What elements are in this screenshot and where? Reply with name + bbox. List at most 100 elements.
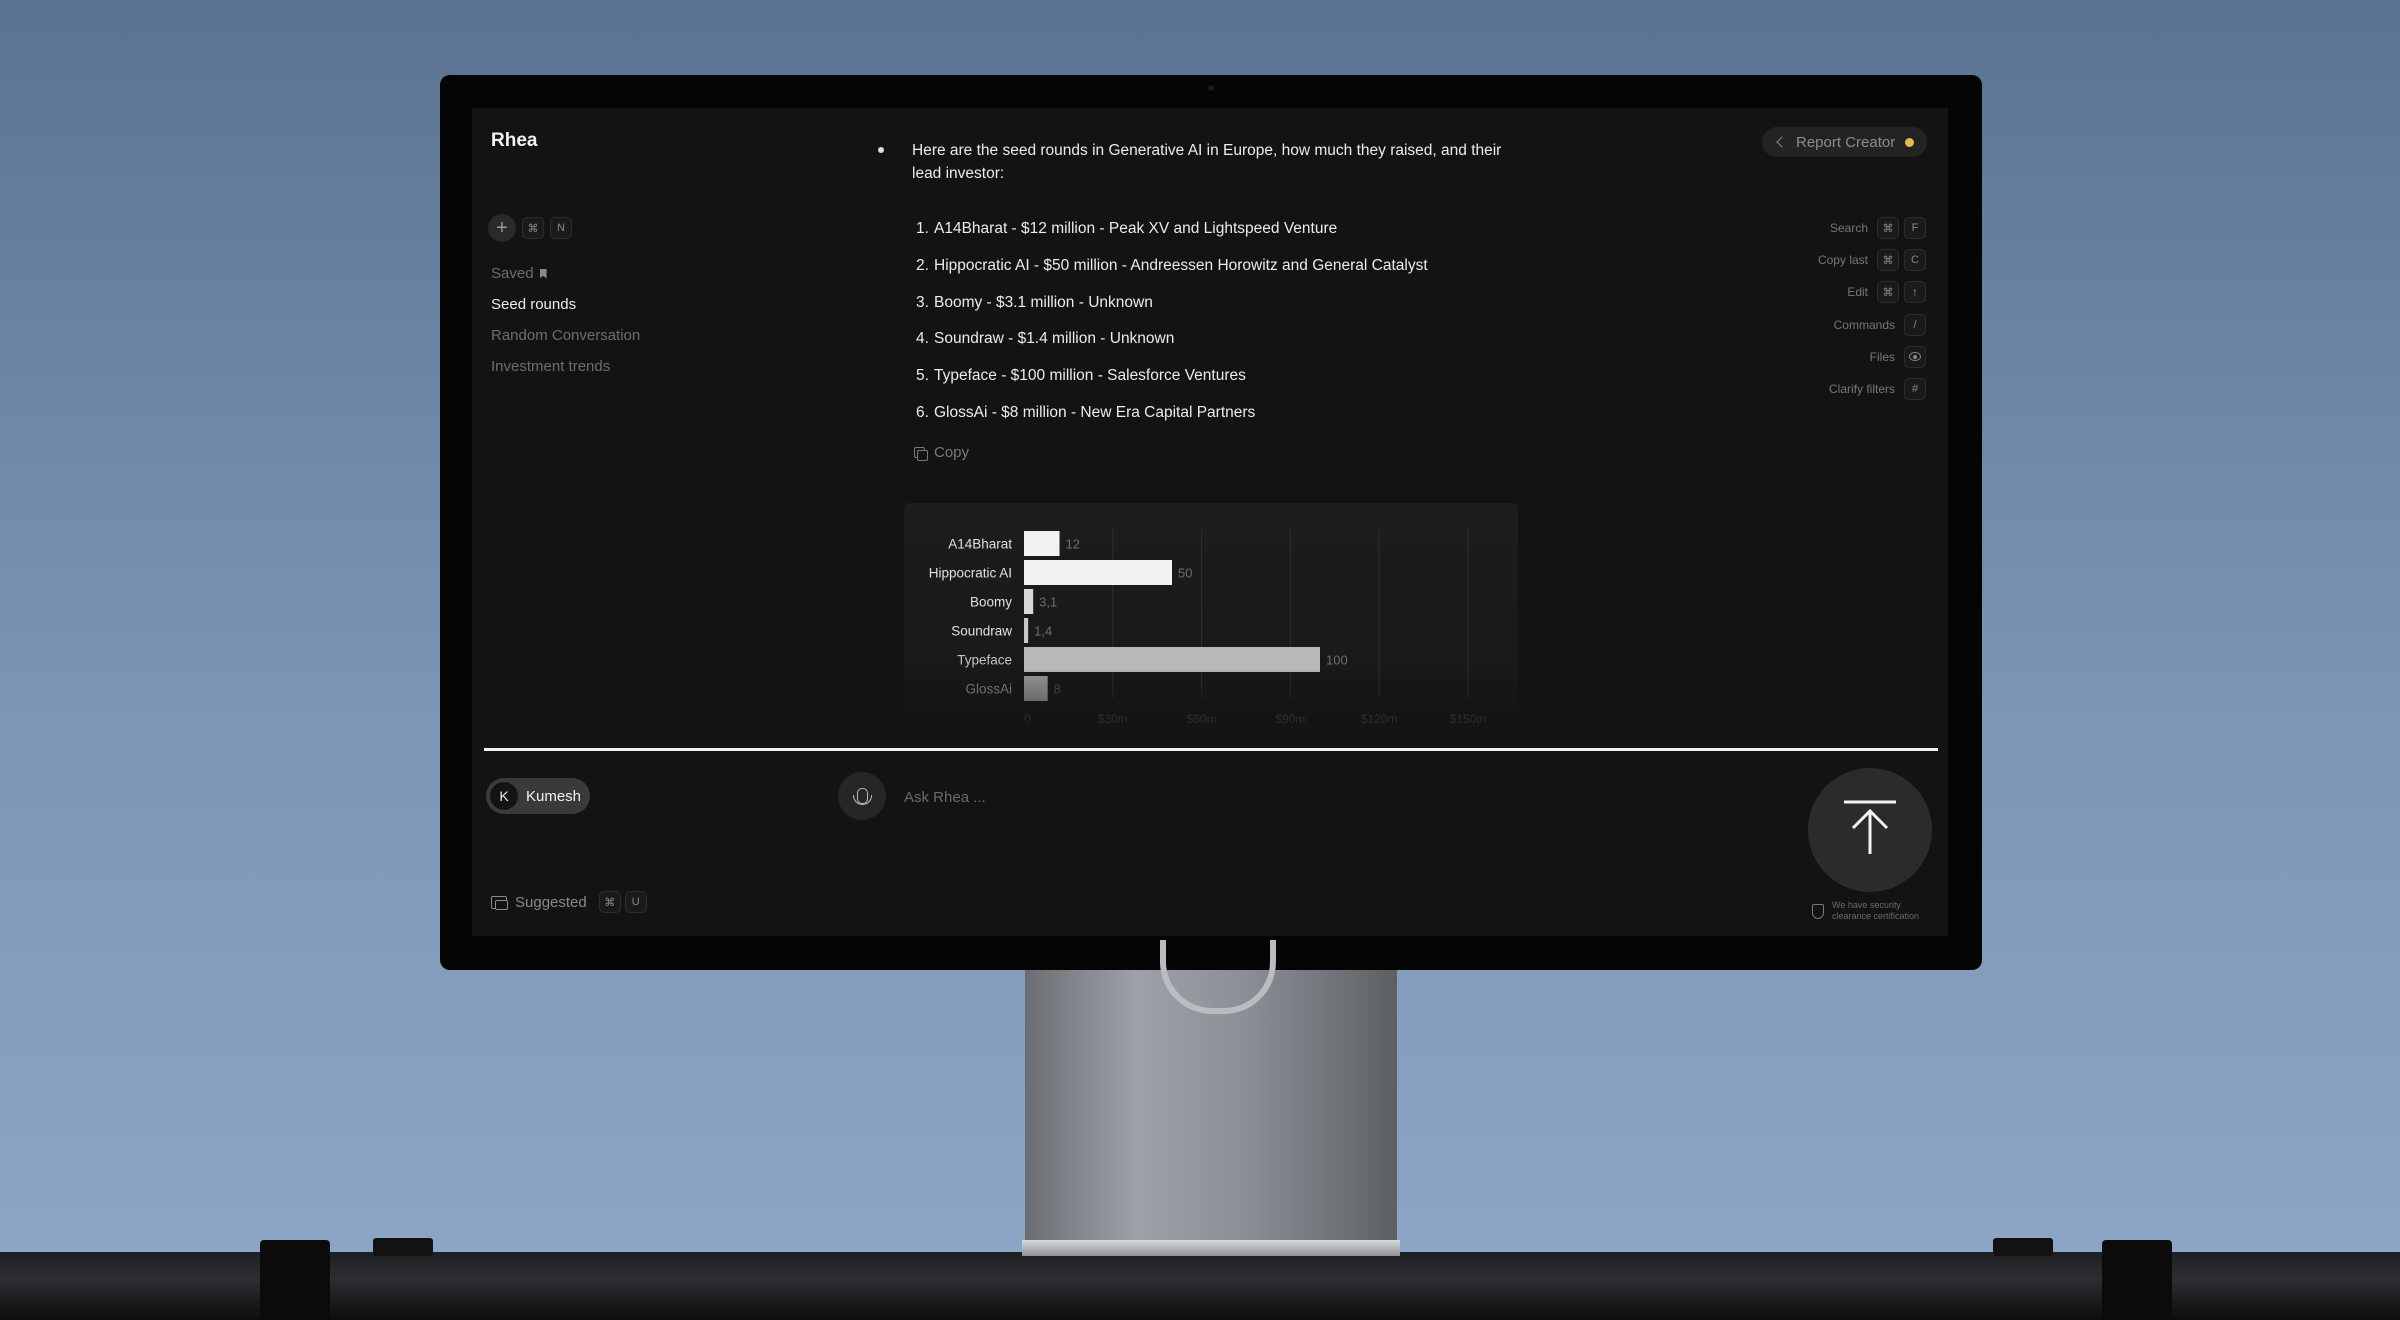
shortcut-label: Clarify filters [1828, 381, 1895, 396]
sidebar-item-random-conversation[interactable]: Random Conversation [491, 320, 640, 351]
chart-bar [1024, 560, 1172, 585]
shortcut-key: ⌘ [598, 891, 621, 913]
list-item: 2. Hippocratic AI - $50 million - Andrees… [916, 257, 1428, 294]
suggested-label: Suggested [515, 893, 587, 911]
list-item: 4. Soundraw - $1.4 million - Unknown [916, 330, 1428, 367]
chart-bar [1024, 589, 1034, 614]
chat-bubbles-icon [491, 895, 508, 910]
sidebar-item-saved[interactable]: Saved [491, 258, 640, 289]
funding-chart: 0 $30m $60m $90m $120m $150m A14Bharat 12 Hippoc… [904, 503, 1518, 743]
security-text: We have security clearance certification [1832, 900, 1920, 921]
shortcut-copy-last[interactable]: Copy last ⌘ C [1818, 249, 1926, 281]
shortcut-commands[interactable]: Commands / [1818, 313, 1926, 346]
status-dot [1905, 137, 1915, 147]
new-chat-row: + ⌘ N [488, 214, 572, 242]
eye-icon [1909, 352, 1921, 362]
shortcut-key: N [550, 217, 572, 239]
shortcut-label: Files [1869, 349, 1895, 364]
chart-tick-label: $30m [1098, 712, 1128, 726]
chart-category-label: Boomy [970, 595, 1012, 610]
sidebar-item-seed-rounds[interactable]: Seed rounds [491, 289, 640, 320]
funding-chart-svg: 0 $30m $60m $90m $120m $150m A14Bharat 12 Hippoc… [929, 529, 1487, 726]
chart-category-label: Hippocratic AI [929, 566, 1012, 581]
list-item: 3. Boomy - $3.1 million - Unknown [916, 294, 1428, 331]
chart-value-label: 50 [1178, 566, 1192, 581]
suggested-shortcut: ⌘ U [598, 891, 647, 913]
chart-bar [1024, 531, 1060, 556]
list-item: 5. Typeface - $100 million - Salesforce V… [916, 367, 1428, 404]
chart-category-label: GlossAi [965, 682, 1012, 697]
report-creator-button[interactable]: Report Creator [1762, 127, 1928, 157]
chart-value-label: 8 [1054, 682, 1061, 697]
shortcut-key: ⌘ [522, 217, 544, 239]
list-text: A14Bharat - $12 million - Peak XV and Li… [934, 220, 1338, 237]
sidebar-item-investment-trends[interactable]: Investment trends [491, 351, 640, 382]
chart-tick-label: $120m [1361, 712, 1398, 726]
report-creator-label: Report Creator [1796, 133, 1896, 151]
chart-bar [1024, 676, 1048, 701]
shortcut-key [1904, 345, 1926, 368]
monitor-stand-foot [1022, 1240, 1400, 1256]
chevron-left-icon [1776, 136, 1788, 148]
list-item: 6. GlossAi - $8 million - New Era Capital… [916, 404, 1428, 441]
sidebar-nav: Saved Seed rounds Random Conversation In… [491, 258, 640, 382]
shortcut-key: ⌘ [1877, 249, 1899, 272]
shortcut-key: U [624, 891, 647, 913]
new-chat-button[interactable]: + [488, 214, 516, 242]
sidebar-item-label: Saved [491, 264, 534, 282]
send-button[interactable] [1808, 768, 1932, 892]
desk-nub [373, 1238, 433, 1256]
copy-icon [914, 446, 928, 461]
list-number: 2. [916, 256, 929, 274]
arrow-up-icon [1844, 800, 1896, 854]
user-name: Kumesh [526, 787, 582, 805]
shortcut-search[interactable]: Search ⌘ F [1818, 217, 1926, 249]
copy-label: Copy [934, 444, 970, 461]
microphone-icon [852, 788, 872, 805]
chart-tick-label: $150m [1450, 712, 1487, 726]
desk-post [2102, 1240, 2172, 1320]
chart-tick-label: 0 [1024, 712, 1031, 726]
shortcut-label: Edit [1847, 285, 1868, 300]
message-bullet [878, 147, 884, 153]
plus-icon: + [496, 216, 508, 239]
suggested-button[interactable]: Suggested ⌘ U [491, 891, 647, 913]
chart-tick-label: $60m [1187, 712, 1217, 726]
sidebar-item-label: Random Conversation [491, 326, 641, 344]
chart-category-label: Typeface [957, 653, 1012, 668]
sidebar-item-label: Investment trends [491, 357, 611, 375]
shield-icon [1812, 903, 1824, 919]
list-number: 3. [916, 293, 929, 311]
copy-button[interactable]: Copy [914, 444, 969, 461]
ask-input[interactable] [902, 780, 1606, 814]
arrow-up-icon: ↑ [1904, 281, 1926, 304]
list-number: 4. [916, 330, 929, 348]
chart-value-label: 12 [1066, 537, 1080, 552]
user-switcher[interactable]: K Kumesh [486, 778, 590, 814]
list-number: 6. [916, 403, 929, 421]
shortcut-files[interactable]: Files [1818, 345, 1926, 378]
list-number: 5. [916, 367, 929, 385]
shortcut-key: # [1904, 377, 1926, 400]
shortcut-clarify-filters[interactable]: Clarify filters # [1818, 377, 1926, 410]
security-note: We have security clearance certification [1812, 900, 1932, 922]
chart-value-label: 3,1 [1039, 595, 1057, 610]
shortcut-label: Search [1829, 221, 1868, 235]
shortcut-key: C [1904, 249, 1926, 272]
avatar: K [490, 782, 518, 810]
shortcut-edit[interactable]: Edit ⌘ ↑ [1818, 281, 1926, 313]
list-text: Hippocratic AI - $50 million - Andreesse… [934, 256, 1428, 274]
shortcut-key: ⌘ [1877, 281, 1899, 304]
chart-bar [1024, 618, 1029, 643]
chart-tick-label: $90m [1275, 712, 1305, 726]
app-window: Rhea + ⌘ N Saved Seed rounds Random Conv… [472, 108, 1948, 936]
sidebar-item-label: Seed rounds [491, 295, 577, 313]
list-number: 1. [916, 220, 929, 237]
chart-category-label: A14Bharat [948, 537, 1012, 552]
microphone-button[interactable] [838, 772, 886, 820]
composer-divider [484, 748, 1938, 751]
desk-nub [1993, 1238, 2053, 1256]
shortcut-label: Copy last [1817, 253, 1868, 268]
reply-intro: Here are the seed rounds in Generative A… [912, 142, 1502, 182]
chart-value-label: 1,4 [1034, 624, 1052, 639]
